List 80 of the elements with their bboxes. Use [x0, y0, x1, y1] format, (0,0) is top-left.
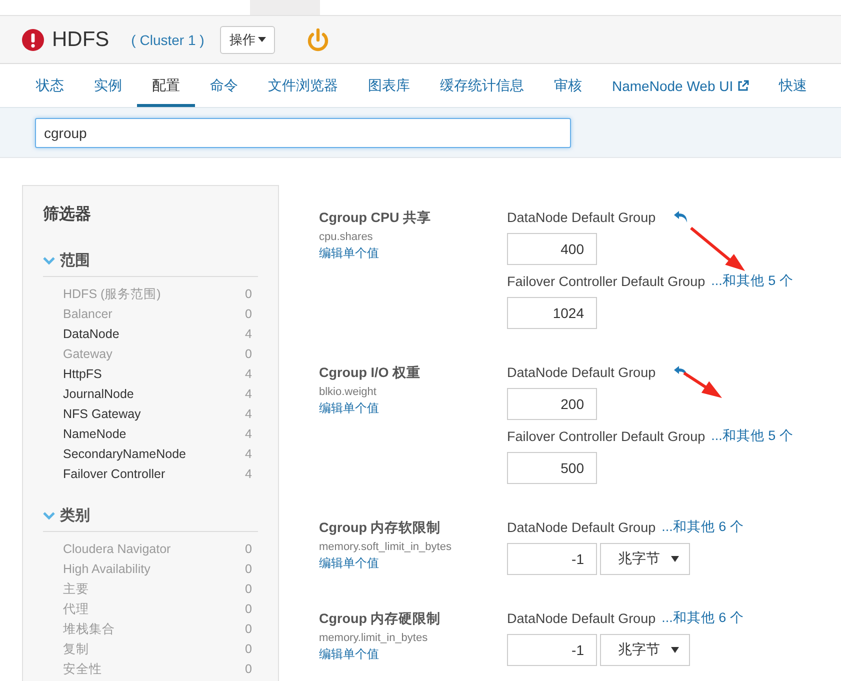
others-link[interactable]: ...和其他 5 个 — [711, 427, 794, 445]
value-field[interactable]: -1 — [507, 634, 597, 666]
nav-tab[interactable]: 审核 — [539, 67, 597, 107]
value-field[interactable]: -1 — [507, 543, 597, 575]
filter-section-title[interactable]: 范围 — [60, 251, 90, 270]
setting-title: Cgroup CPU 共享 — [319, 209, 432, 227]
filter-count: 0 — [245, 602, 252, 616]
filter-count: 0 — [245, 307, 252, 321]
filter-item[interactable]: HttpFS — [63, 367, 102, 381]
others-link[interactable]: ...和其他 6 个 — [662, 518, 744, 536]
filter-count: 0 — [245, 582, 252, 596]
nav-tab[interactable]: 图表库 — [353, 67, 425, 107]
filter-section-title[interactable]: 类别 — [60, 506, 90, 525]
nav-tab[interactable]: 状态 — [21, 67, 79, 107]
undo-icon[interactable] — [674, 366, 688, 378]
nav-tab[interactable]: 文件浏览器 — [253, 67, 353, 107]
group-label: DataNode Default Group — [507, 610, 656, 626]
nav-tab[interactable]: 缓存统计信息 — [425, 67, 539, 107]
group-label: DataNode Default Group — [507, 520, 656, 534]
filter-count: 4 — [245, 407, 252, 421]
filter-count: 4 — [245, 387, 252, 401]
group-label: DataNode Default Group — [507, 364, 656, 380]
filter-item[interactable]: Failover Controller — [63, 467, 166, 481]
edit-link[interactable]: 编辑单个值 — [319, 245, 507, 262]
service-name: HDFS — [52, 28, 110, 52]
value-field[interactable]: 500 — [507, 452, 597, 484]
chevron-icon[interactable] — [43, 256, 55, 264]
others-link[interactable]: ...和其他 5 个 — [711, 272, 794, 290]
filter-count: 0 — [245, 347, 252, 361]
filter-item[interactable]: SecondaryNameNode — [63, 447, 186, 461]
filter-item[interactable]: JournalNode — [63, 387, 134, 401]
edit-link[interactable]: 编辑单个值 — [319, 400, 507, 417]
caret-icon — [258, 37, 266, 42]
undo-icon[interactable] — [674, 211, 688, 223]
edit-link[interactable]: 编辑单个值 — [319, 646, 507, 663]
filter-count: 0 — [245, 642, 252, 656]
filter-item[interactable]: NameNode — [63, 427, 126, 441]
filter-item[interactable]: DataNode — [63, 327, 120, 341]
annotation-arrow — [683, 372, 722, 398]
nav-tab[interactable]: 命令 — [195, 67, 253, 107]
setting-key: blkio.weight — [319, 386, 507, 398]
error-icon — [22, 28, 44, 50]
filter-item[interactable]: NFS Gateway — [63, 407, 141, 421]
edit-link[interactable]: 编辑单个值 — [319, 555, 507, 572]
actions-button[interactable]: 操作 — [220, 26, 276, 54]
setting-key: memory.limit_in_bytes — [319, 632, 507, 644]
filter-count: 0 — [245, 542, 252, 556]
caret-icon — [671, 647, 679, 653]
nav-tab[interactable]: 快速 — [764, 67, 822, 107]
filter-count: 0 — [245, 622, 252, 636]
group-label: Failover Controller Default Group — [507, 428, 706, 444]
value-field[interactable]: 1024 — [507, 297, 597, 329]
setting-title: Cgroup 内存软限制 — [319, 519, 442, 537]
setting-title: Cgroup I/O 权重 — [319, 364, 422, 382]
search-field[interactable]: cgroup — [35, 118, 571, 148]
group-label: DataNode Default Group — [507, 210, 656, 224]
filter-count: 4 — [245, 327, 252, 341]
setting-title: Cgroup 内存硬限制 — [319, 610, 442, 628]
filter-count: 0 — [245, 662, 252, 676]
setting-key: cpu.shares — [319, 231, 507, 243]
cluster-link[interactable]: ( Cluster 1 ) — [131, 32, 204, 48]
nav-tab[interactable]: 实例 — [79, 67, 137, 107]
nav-tab[interactable]: NameNode Web UI — [597, 67, 764, 107]
group-label: Failover Controller Default Group — [507, 274, 706, 288]
value-field[interactable]: 400 — [507, 233, 597, 265]
filter-title: 筛选器 — [43, 204, 92, 225]
chevron-icon[interactable] — [43, 512, 55, 520]
caret-icon — [671, 556, 679, 562]
filter-count: 4 — [245, 427, 252, 441]
value-field[interactable]: 200 — [507, 388, 597, 420]
filter-count: 4 — [245, 467, 252, 481]
filter-count: 0 — [245, 562, 252, 576]
filter-count: 0 — [245, 287, 252, 301]
filter-count: 4 — [245, 367, 252, 381]
others-link[interactable]: ...和其他 6 个 — [662, 609, 744, 627]
unit-dropdown[interactable]: 兆字节 — [600, 634, 690, 666]
unit-dropdown[interactable]: 兆字节 — [600, 543, 690, 575]
annotation-arrow — [690, 226, 745, 271]
setting-key: memory.soft_limit_in_bytes — [319, 541, 507, 553]
filter-count: 4 — [245, 447, 252, 461]
